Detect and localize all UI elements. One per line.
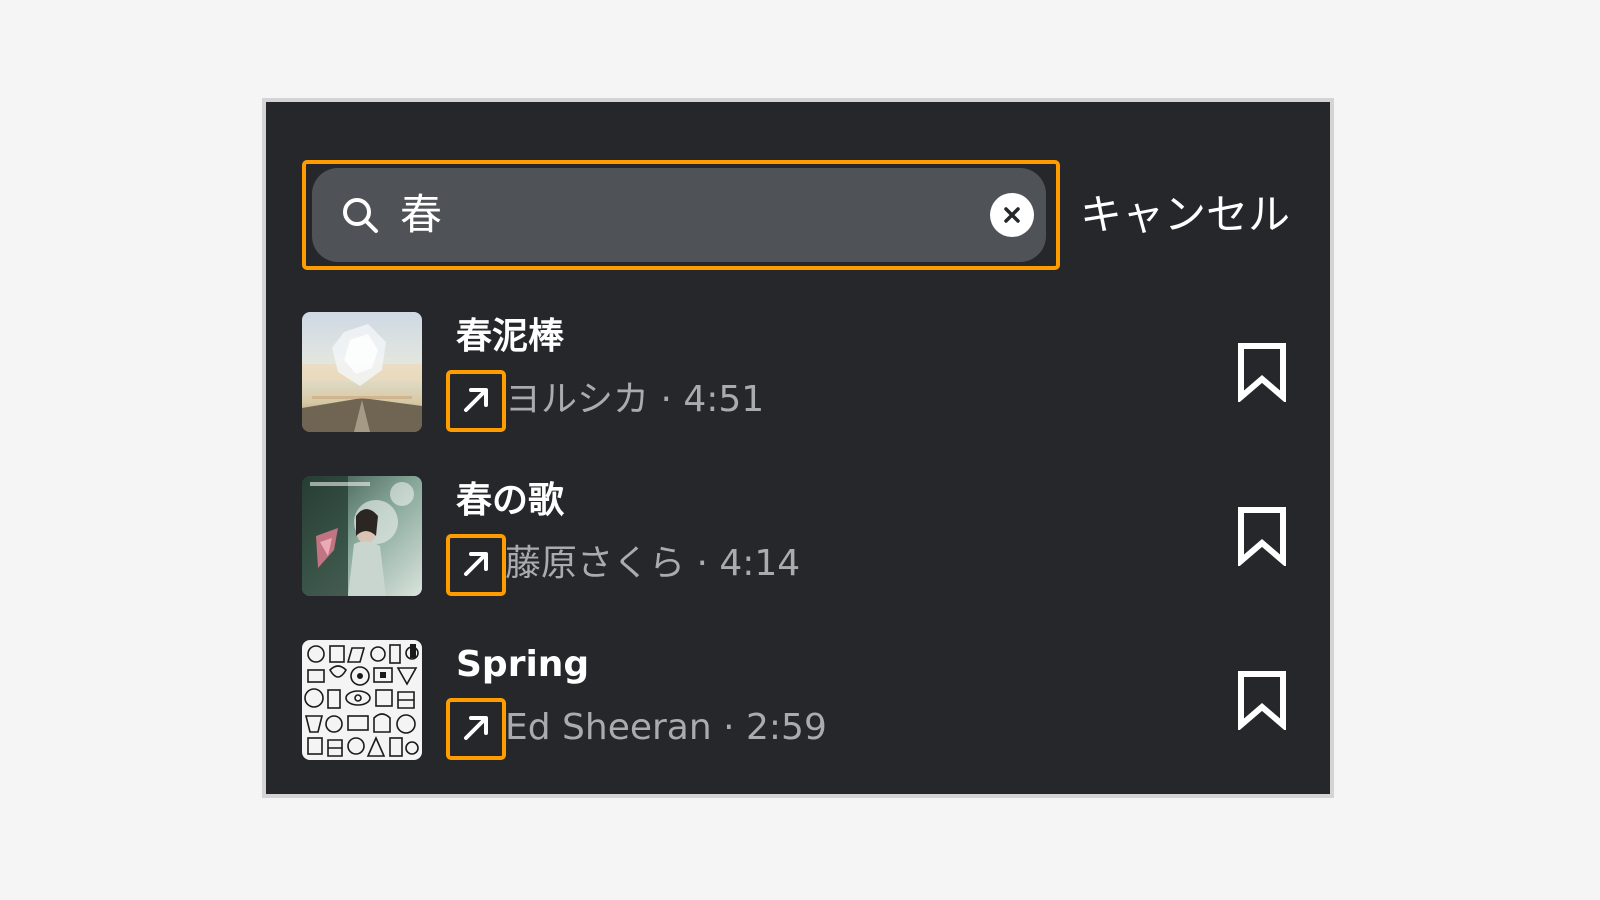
bookmark-button[interactable] [1236, 342, 1288, 402]
cancel-button[interactable]: キャンセル [1080, 187, 1290, 243]
bookmark-icon [1238, 671, 1286, 730]
search-result-list: 春泥棒 ヨルシカ · 4:51 春の歌 藤原さくら · 4:14 Spring … [302, 304, 1302, 796]
clear-search-button[interactable] [990, 193, 1034, 237]
song-artist-duration: ヨルシカ · 4:51 [505, 379, 765, 420]
album-art [302, 476, 422, 596]
bookmark-button[interactable] [1236, 506, 1288, 566]
search-bar-row: 春 キャンセル [302, 160, 1330, 270]
song-artist-duration: 藤原さくら · 4:14 [505, 543, 801, 584]
bookmark-icon [1238, 343, 1286, 402]
music-search-panel: 春 キャンセル 春泥棒 ヨルシカ · 4:51 春の歌 藤原さくら · 4:14… [262, 98, 1334, 798]
album-art [302, 640, 422, 760]
search-icon [343, 198, 378, 233]
song-title: 春の歌 [456, 480, 565, 521]
song-artist-duration: Ed Sheeran · 2:59 [505, 707, 827, 748]
song-title: 春泥棒 [456, 316, 565, 357]
clear-circle-x-icon [1004, 207, 1020, 223]
album-art [302, 312, 422, 432]
arrow-up-right-icon[interactable] [460, 384, 492, 416]
song-title: Spring [456, 644, 590, 685]
song-result-row[interactable]: 春泥棒 ヨルシカ · 4:51 [302, 304, 1302, 468]
search-query-text[interactable]: 春 [400, 184, 442, 246]
arrow-up-right-icon[interactable] [460, 712, 492, 744]
arrow-up-right-icon[interactable] [460, 548, 492, 580]
song-result-row[interactable]: 春の歌 藤原さくら · 4:14 [302, 468, 1302, 632]
bookmark-icon [1238, 507, 1286, 566]
search-input[interactable]: 春 [312, 168, 1046, 262]
bookmark-button[interactable] [1236, 670, 1288, 730]
song-result-row[interactable]: Spring Ed Sheeran · 2:59 [302, 632, 1302, 796]
